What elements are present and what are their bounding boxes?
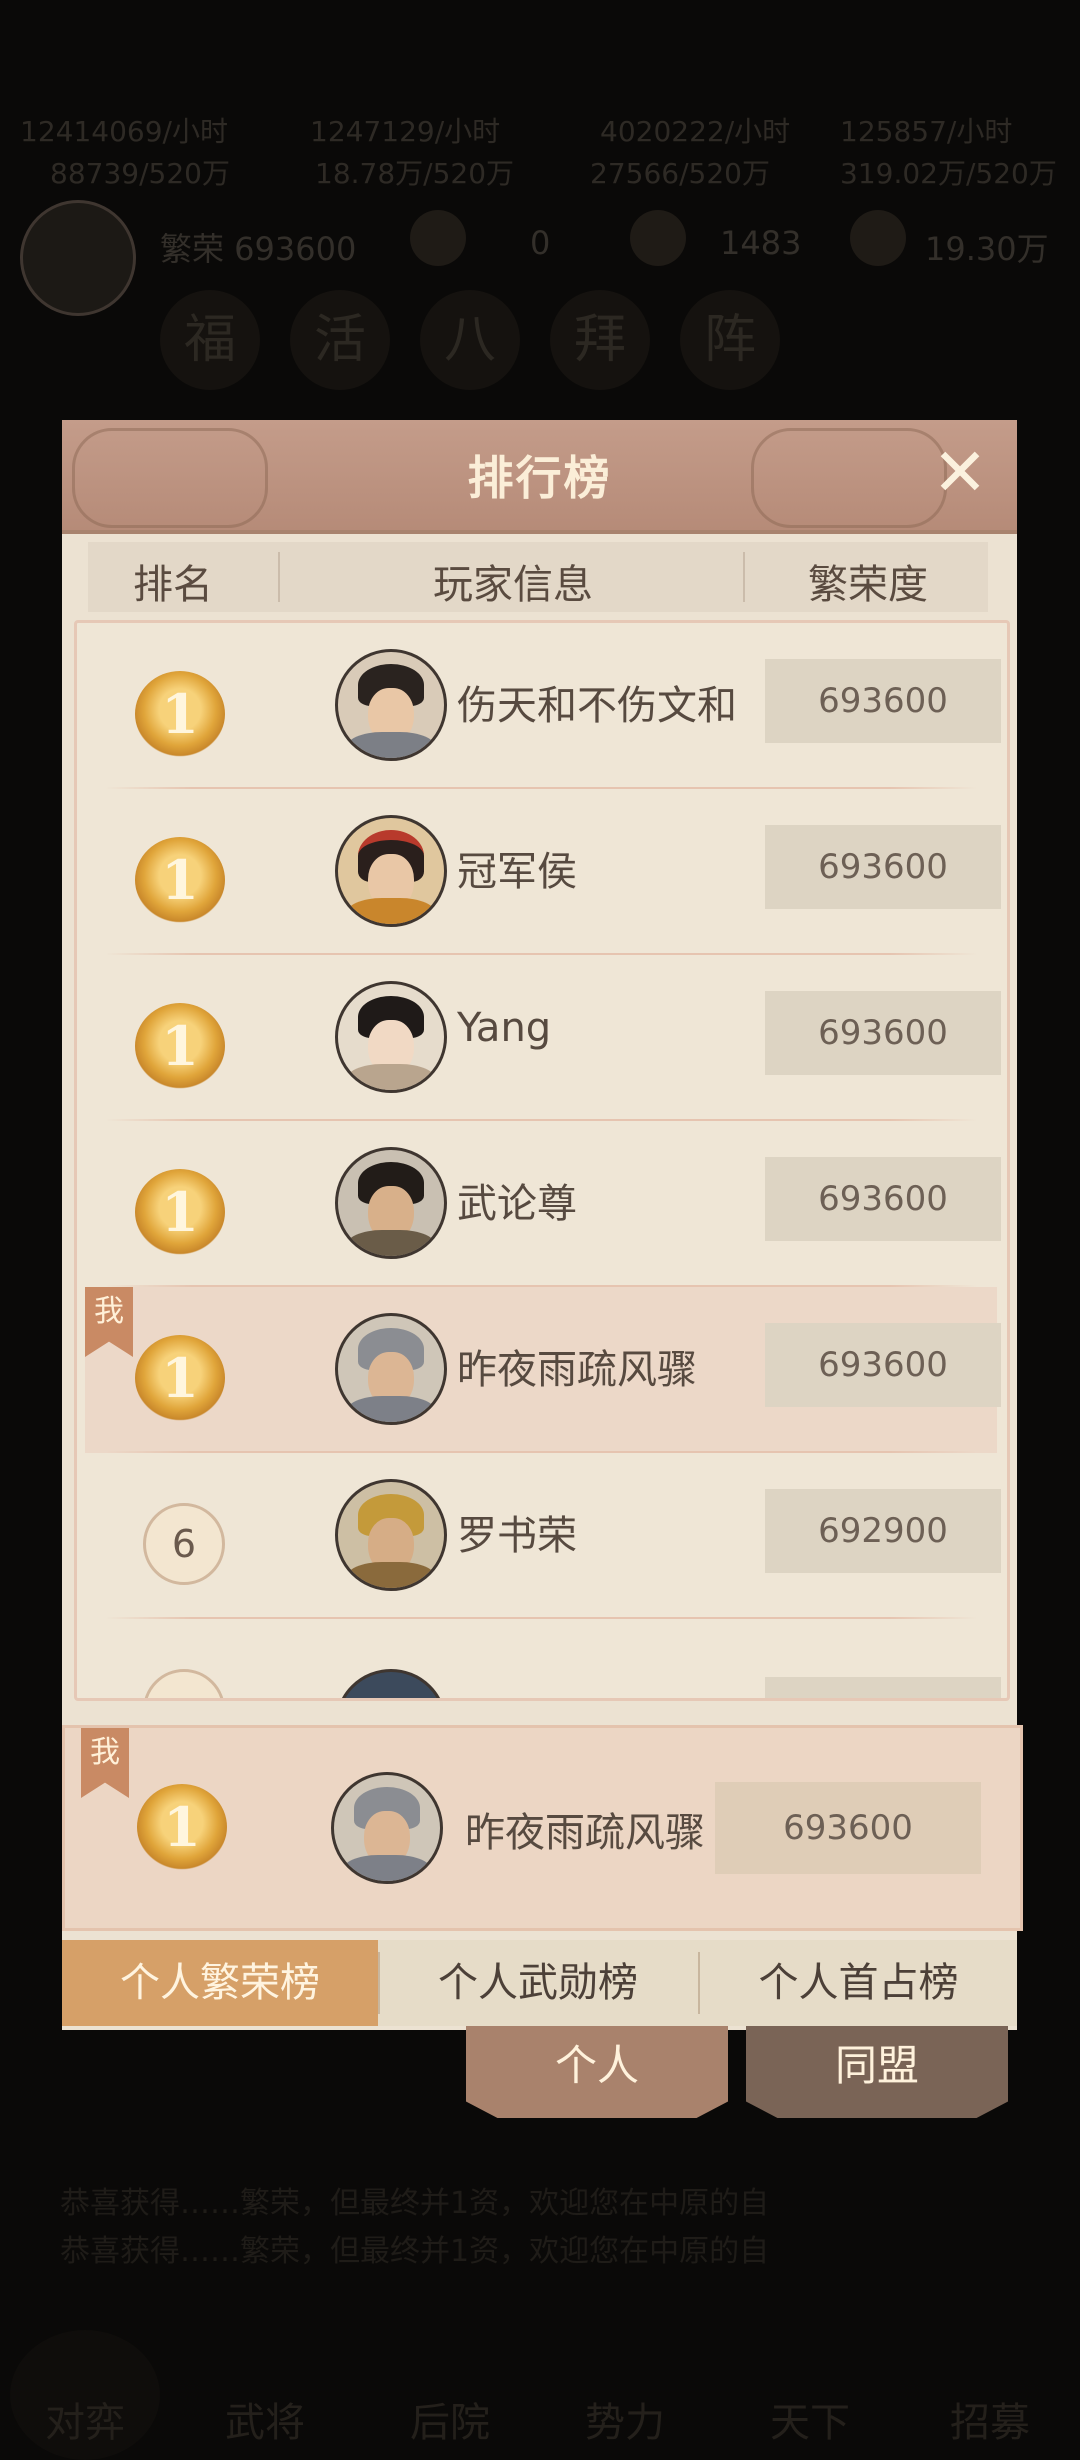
ranking-list[interactable]: 1 伤天和不伤文和 693600 1 冠军侯 693600 1 Yang 693… bbox=[74, 620, 1010, 1701]
feature-button[interactable]: 活 bbox=[290, 290, 390, 390]
player-avatar[interactable] bbox=[335, 1313, 447, 1425]
scope-tabs: 个人 同盟 bbox=[466, 2026, 1016, 2126]
player-avatar[interactable] bbox=[335, 815, 447, 927]
column-rank: 排名 bbox=[133, 562, 213, 608]
rank-medal-icon: 1 bbox=[135, 671, 225, 757]
column-prosperity: 繁荣度 bbox=[808, 562, 928, 608]
player-name: 伤天和不伤文和 bbox=[457, 683, 737, 729]
prosperity-score: 693600 bbox=[765, 825, 1001, 909]
feature-button[interactable]: 福 bbox=[160, 290, 260, 390]
player-name: 冠军侯 bbox=[457, 849, 577, 895]
nav-item[interactable]: 武将 bbox=[225, 2390, 305, 2448]
column-divider bbox=[743, 552, 745, 602]
nav-item[interactable]: 招募 bbox=[950, 2390, 1030, 2448]
stat-value: 19.30万 bbox=[925, 230, 1049, 268]
prosperity-score: 693600 bbox=[765, 991, 1001, 1075]
resource-rate: 125857/小时 bbox=[840, 115, 1013, 148]
tab-personal-prosperity[interactable]: 个人繁荣榜 bbox=[62, 1940, 378, 2026]
nav-item[interactable]: 后院 bbox=[410, 2390, 490, 2448]
stat-value: 1483 bbox=[720, 224, 802, 262]
player-avatar[interactable] bbox=[331, 1772, 443, 1884]
resource-cap: 18.78万/520万 bbox=[315, 157, 515, 190]
self-ranking-row[interactable]: 我 1 昨夜雨疏风骤 693600 bbox=[62, 1725, 1023, 1931]
ranking-row-self[interactable]: 我 1 昨夜雨疏风骤 693600 bbox=[85, 1287, 1001, 1453]
prosperity-score: 693600 bbox=[765, 1157, 1001, 1241]
column-header: 排名 玩家信息 繁荣度 bbox=[88, 542, 988, 612]
resource-cap: 27566/520万 bbox=[590, 157, 770, 190]
resource-rate: 12414069/小时 bbox=[20, 115, 228, 148]
self-tag: 我 bbox=[81, 1728, 129, 1798]
tab-personal-merit[interactable]: 个人武勋榜 bbox=[380, 1940, 696, 2026]
power-icon bbox=[850, 210, 906, 266]
nav-item[interactable]: 对弈 bbox=[45, 2390, 125, 2448]
player-avatar[interactable] bbox=[335, 1147, 447, 1259]
player-name: 武论尊 bbox=[457, 1181, 577, 1227]
stat-value: 0 bbox=[530, 224, 551, 262]
prosperity-score: 693600 bbox=[715, 1782, 981, 1874]
feature-button[interactable]: 阵 bbox=[680, 290, 780, 390]
resource-cap: 319.02万/520万 bbox=[840, 157, 1057, 190]
prosperity-score: 693600 bbox=[765, 659, 1001, 743]
stats-bar: 繁荣 693600 0 1483 19.30万 bbox=[20, 200, 1080, 316]
tab-alliance[interactable]: 同盟 bbox=[746, 2026, 1008, 2118]
stat-prosperity: 繁荣 693600 bbox=[160, 230, 357, 268]
ranking-tabs: 个人繁荣榜 个人武勋榜 个人首占榜 bbox=[62, 1940, 1017, 2026]
ranking-row[interactable]: 6 罗书荣 692900 bbox=[85, 1453, 1001, 1619]
player-avatar[interactable] bbox=[20, 200, 136, 316]
ranking-row[interactable]: 1 冠军侯 693600 bbox=[85, 789, 1001, 955]
nav-item[interactable]: 势力 bbox=[585, 2390, 665, 2448]
ranking-row[interactable]: 1 Yang 693600 bbox=[85, 955, 1001, 1121]
rank-medal-icon: 1 bbox=[135, 837, 225, 923]
feature-button[interactable]: 八 bbox=[420, 290, 520, 390]
column-player-info: 玩家信息 bbox=[433, 562, 593, 608]
column-divider bbox=[278, 552, 280, 602]
modal-title: 排行榜 bbox=[467, 451, 612, 505]
resource-rate: 4020222/小时 bbox=[600, 115, 791, 148]
prosperity-score bbox=[765, 1677, 1001, 1698]
rank-number bbox=[143, 1669, 225, 1698]
player-avatar[interactable] bbox=[335, 1479, 447, 1591]
prosperity-score: 692900 bbox=[765, 1489, 1001, 1573]
rank-medal-icon: 1 bbox=[135, 1003, 225, 1089]
troop-icon bbox=[410, 210, 466, 266]
player-name: 昨夜雨疏风骤 bbox=[465, 1810, 705, 1856]
modal-header: 排行榜 ✕ bbox=[62, 420, 1017, 534]
close-button[interactable]: ✕ bbox=[925, 438, 995, 508]
rank-medal-icon: 1 bbox=[135, 1169, 225, 1255]
resource-rate: 1247129/小时 bbox=[310, 115, 501, 148]
leaderboard-modal: 排行榜 ✕ 排名 玩家信息 繁荣度 1 伤天和不伤文和 693600 1 冠军侯… bbox=[62, 420, 1023, 2030]
player-avatar[interactable] bbox=[335, 649, 447, 761]
self-tag: 我 bbox=[85, 1287, 133, 1357]
player-avatar[interactable] bbox=[335, 1669, 447, 1698]
chat-log: 恭喜获得……繁荣，但最终并1资，欢迎您在中原的自 恭喜获得……繁荣，但最终并1资… bbox=[60, 2180, 1040, 2276]
player-name: 罗书荣 bbox=[457, 1513, 577, 1559]
feature-button[interactable]: 拜 bbox=[550, 290, 650, 390]
feature-icons: 福 活 八 拜 阵 bbox=[160, 290, 860, 400]
ranking-row[interactable]: 1 武论尊 693600 bbox=[85, 1121, 1001, 1287]
ranking-row[interactable] bbox=[85, 1619, 1001, 1698]
rank-number: 6 bbox=[143, 1503, 225, 1585]
prosperity-score: 693600 bbox=[765, 1323, 1001, 1407]
official-icon bbox=[630, 210, 686, 266]
resource-cap: 88739/520万 bbox=[50, 157, 230, 190]
ranking-row[interactable]: 1 伤天和不伤文和 693600 bbox=[85, 623, 1001, 789]
chat-line: 恭喜获得……繁荣，但最终并1资，欢迎您在中原的自 bbox=[60, 2234, 770, 2269]
tab-personal-first-capture[interactable]: 个人首占榜 bbox=[700, 1940, 1017, 2026]
player-name: Yang bbox=[457, 1005, 552, 1051]
player-avatar[interactable] bbox=[335, 981, 447, 1093]
chat-line: 恭喜获得……繁荣，但最终并1资，欢迎您在中原的自 bbox=[60, 2186, 770, 2221]
rank-medal-icon: 1 bbox=[135, 1335, 225, 1421]
resource-bar: 12414069/小时 88739/520万 1247129/小时 18.78万… bbox=[20, 110, 1080, 190]
player-name: 昨夜雨疏风骤 bbox=[457, 1347, 697, 1393]
tab-personal[interactable]: 个人 bbox=[466, 2026, 728, 2118]
bottom-nav: 对弈 武将 后院 势力 天下 招募 bbox=[0, 2330, 1080, 2460]
nav-item[interactable]: 天下 bbox=[770, 2390, 850, 2448]
rank-medal-icon: 1 bbox=[137, 1784, 227, 1870]
